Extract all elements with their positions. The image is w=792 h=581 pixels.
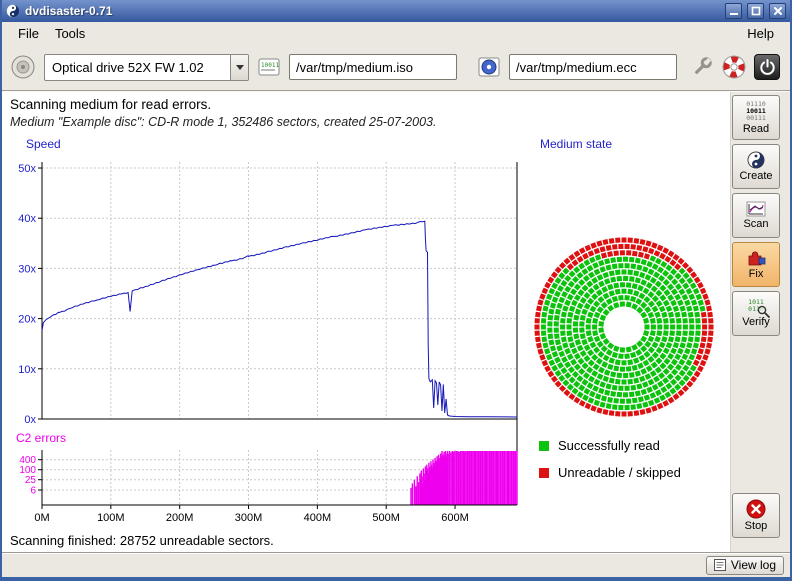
drive-select-value: Optical drive 52X FW 1.02 bbox=[45, 55, 230, 80]
window-title: dvdisaster-0.71 bbox=[25, 4, 112, 18]
app-yinyang-icon bbox=[6, 4, 20, 18]
svg-text:600M: 600M bbox=[441, 512, 469, 524]
iso-file-icon: 10011 bbox=[257, 55, 281, 79]
yinyang-create-icon bbox=[747, 151, 765, 169]
status-medium-info: Medium "Example disc": CD-R mode 1, 3524… bbox=[10, 115, 436, 129]
svg-text:10x: 10x bbox=[18, 364, 36, 376]
drive-select[interactable]: Optical drive 52X FW 1.02 bbox=[44, 54, 249, 81]
svg-text:C2 errors: C2 errors bbox=[16, 431, 66, 445]
iso-path-input[interactable] bbox=[289, 54, 457, 80]
verify-magnifier-icon: 1011 0110 bbox=[745, 299, 767, 315]
legend-ok-swatch bbox=[539, 441, 549, 451]
stop-button[interactable]: Stop bbox=[732, 493, 780, 538]
svg-text:500M: 500M bbox=[372, 512, 400, 524]
svg-text:0x: 0x bbox=[24, 414, 36, 426]
binary-read-icon: 01110 10011 00111 bbox=[746, 101, 766, 122]
legend-bad-swatch bbox=[539, 468, 549, 478]
create-button[interactable]: Create bbox=[732, 144, 780, 189]
menu-file[interactable]: File bbox=[10, 24, 47, 43]
preferences-wrench-icon[interactable] bbox=[690, 55, 714, 79]
log-icon bbox=[714, 559, 726, 571]
scan-chart-icon bbox=[746, 201, 766, 217]
svg-text:20x: 20x bbox=[18, 314, 36, 326]
menu-help[interactable]: Help bbox=[739, 24, 782, 43]
ecc-file-icon bbox=[477, 55, 501, 79]
svg-text:0M: 0M bbox=[34, 512, 49, 524]
verify-button[interactable]: 1011 0110 Verify bbox=[732, 291, 780, 336]
statusbar: View log bbox=[2, 552, 790, 577]
view-log-button[interactable]: View log bbox=[706, 556, 784, 575]
svg-text:10011: 10011 bbox=[261, 62, 279, 69]
quit-power-icon[interactable] bbox=[754, 54, 780, 80]
fix-label: Fix bbox=[749, 268, 764, 280]
svg-text:400M: 400M bbox=[304, 512, 332, 524]
close-button[interactable] bbox=[769, 3, 786, 19]
svg-text:200M: 200M bbox=[166, 512, 194, 524]
svg-text:100M: 100M bbox=[97, 512, 125, 524]
fix-button[interactable]: Fix bbox=[732, 242, 780, 287]
stop-label: Stop bbox=[745, 520, 768, 532]
scan-button[interactable]: Scan bbox=[732, 193, 780, 238]
legend-row-bad: Unreadable / skipped bbox=[539, 465, 681, 480]
maximize-button[interactable] bbox=[747, 3, 764, 19]
svg-text:40x: 40x bbox=[18, 213, 36, 225]
legend-ok-label: Successfully read bbox=[558, 438, 660, 453]
medium-state-legend: Successfully read Unreadable / skipped bbox=[539, 438, 681, 492]
chevron-down-icon[interactable] bbox=[230, 55, 248, 80]
legend-row-ok: Successfully read bbox=[539, 438, 681, 453]
legend-bad-label: Unreadable / skipped bbox=[558, 465, 681, 480]
svg-text:Speed: Speed bbox=[26, 137, 61, 151]
menu-tools[interactable]: Tools bbox=[47, 24, 93, 43]
puzzle-fix-icon bbox=[746, 249, 766, 267]
svg-text:300M: 300M bbox=[235, 512, 263, 524]
svg-text:50x: 50x bbox=[18, 163, 36, 175]
main-panel: Scanning medium for read errors. Medium … bbox=[2, 92, 731, 552]
toolbar: Optical drive 52X FW 1.02 10011 bbox=[2, 44, 790, 90]
minimize-button[interactable] bbox=[725, 3, 742, 19]
view-log-label: View log bbox=[731, 558, 776, 572]
svg-text:30x: 30x bbox=[18, 263, 36, 275]
status-headline: Scanning medium for read errors. bbox=[10, 97, 211, 112]
read-label: Read bbox=[743, 123, 769, 135]
app-window: dvdisaster-0.71 File Tools Help Optical … bbox=[0, 0, 792, 581]
svg-text:6: 6 bbox=[30, 486, 36, 497]
read-button[interactable]: 01110 10011 00111 Read bbox=[732, 95, 780, 140]
menubar: File Tools Help bbox=[2, 22, 790, 44]
create-label: Create bbox=[739, 170, 772, 182]
scan-result-text: Scanning finished: 28752 unreadable sect… bbox=[10, 533, 274, 548]
scan-label: Scan bbox=[743, 218, 768, 230]
ecc-path-input[interactable] bbox=[509, 54, 677, 80]
stop-x-icon bbox=[746, 499, 766, 519]
titlebar[interactable]: dvdisaster-0.71 bbox=[2, 0, 790, 22]
optical-drive-icon bbox=[10, 54, 36, 80]
svg-text:Medium state: Medium state bbox=[540, 137, 612, 151]
color-wheel-icon[interactable] bbox=[722, 55, 746, 79]
